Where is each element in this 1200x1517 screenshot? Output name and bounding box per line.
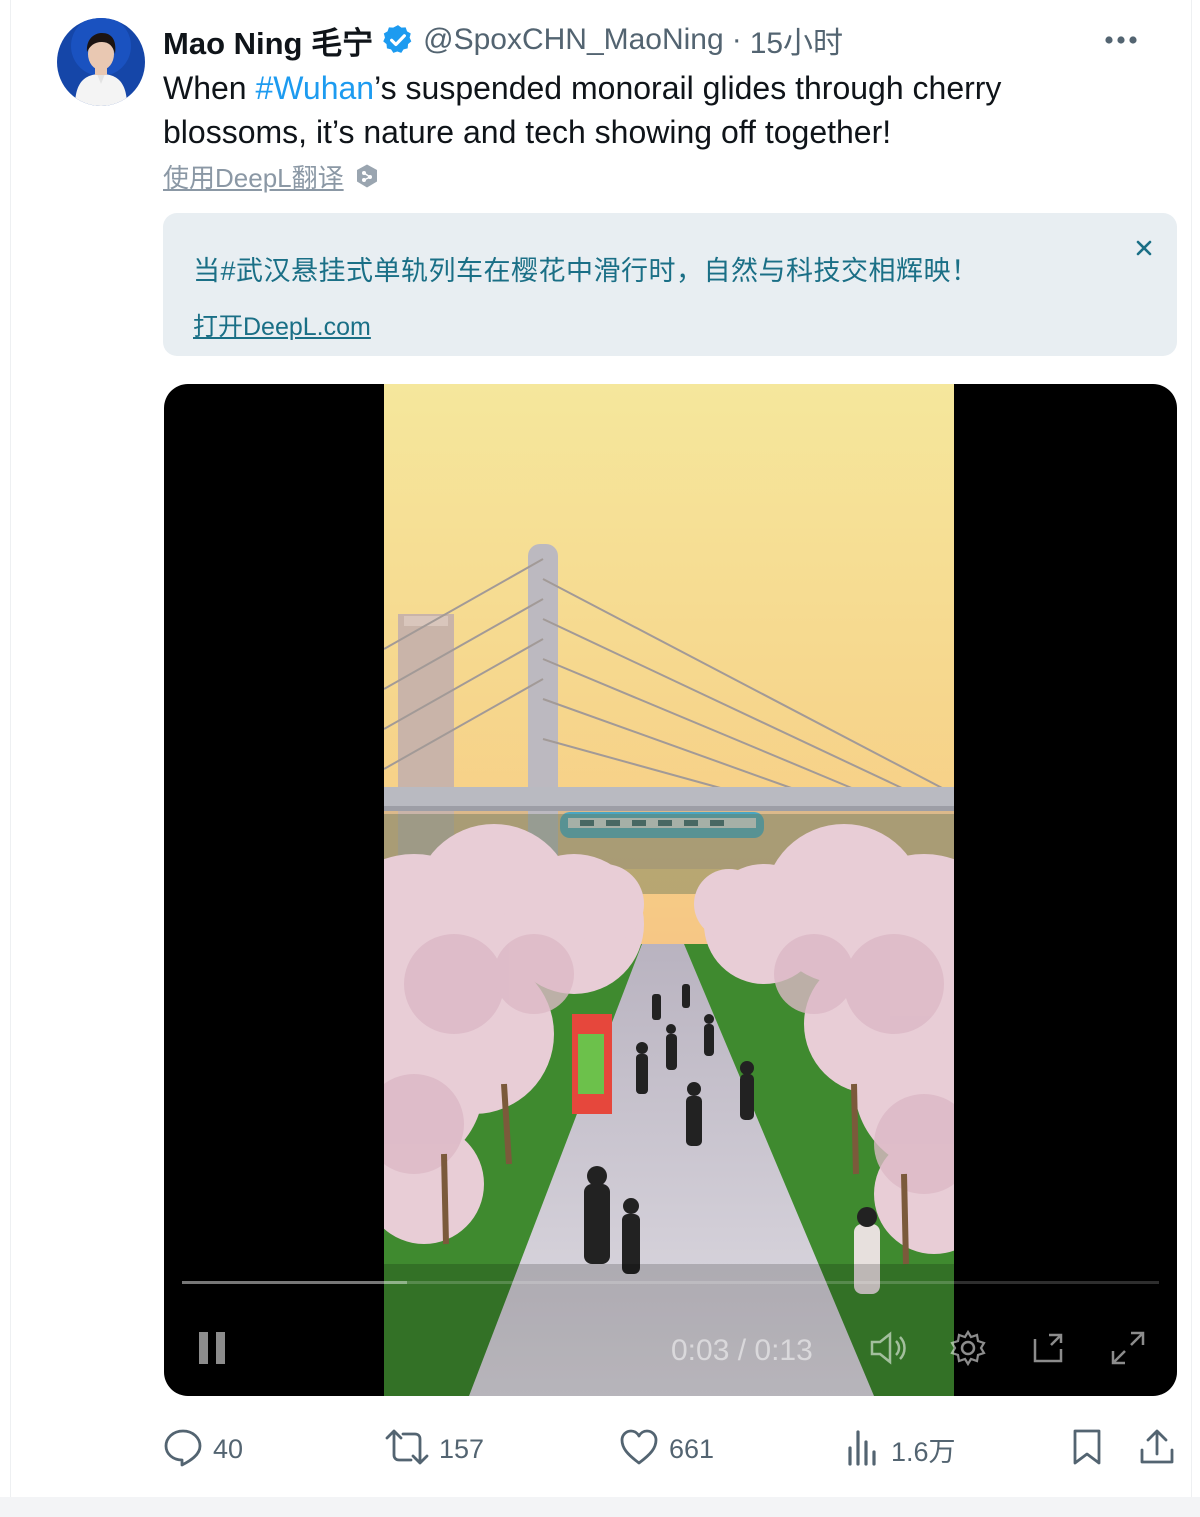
user-handle[interactable]: @SpoxCHN_MaoNing — [423, 23, 724, 57]
open-deepl-link[interactable]: 打开DeepL.com — [193, 307, 371, 343]
reply-button[interactable]: 40 — [163, 1424, 243, 1474]
deepl-icon — [354, 163, 380, 189]
translation-box: 当#武汉悬挂式单轨列车在樱花中滑行时，自然与科技交相辉映！ 打开DeepL.co… — [163, 213, 1177, 356]
action-bar: 40 157 661 1.6万 — [163, 1424, 1183, 1474]
settings-icon[interactable] — [946, 1326, 990, 1370]
timestamp[interactable]: 15小时 — [750, 18, 843, 62]
page-background-strip — [0, 1497, 1200, 1517]
translate-row: 使用DeepL翻译 — [163, 158, 380, 194]
hashtag-link[interactable]: #Wuhan — [255, 70, 374, 106]
like-button[interactable]: 661 — [619, 1424, 714, 1474]
bookmark-button[interactable] — [1071, 1424, 1103, 1474]
volume-icon[interactable] — [864, 1326, 912, 1370]
separator-dot: · — [731, 23, 742, 56]
video-progress-bar[interactable] — [182, 1281, 1159, 1284]
verified-badge-icon — [381, 23, 415, 57]
like-icon — [619, 1428, 659, 1471]
pip-icon[interactable] — [1026, 1326, 1070, 1370]
views-count: 1.6万 — [891, 1436, 956, 1467]
tweet-header: Mao Ning 毛宁 @SpoxCHN_MaoNing · 15小时 — [163, 18, 1151, 62]
share-button[interactable] — [1139, 1424, 1175, 1474]
video-player[interactable]: 0:03 / 0:13 — [164, 384, 1177, 1396]
avatar[interactable] — [57, 18, 145, 106]
repost-button[interactable]: 157 — [385, 1424, 484, 1474]
share-icon — [1139, 1428, 1175, 1471]
close-icon[interactable] — [1129, 233, 1159, 263]
bookmark-icon — [1071, 1428, 1103, 1471]
more-icon[interactable] — [1101, 22, 1141, 58]
pause-icon[interactable] — [192, 1326, 232, 1370]
repost-count: 157 — [439, 1433, 485, 1464]
display-name[interactable]: Mao Ning 毛宁 — [163, 18, 373, 63]
reply-count: 40 — [213, 1433, 244, 1464]
like-count: 661 — [669, 1433, 715, 1464]
video-frame-image — [384, 384, 954, 1396]
reply-icon — [163, 1427, 203, 1472]
translated-text: 当#武汉悬挂式单轨列车在樱花中滑行时，自然与科技交相辉映！ — [193, 256, 979, 286]
translate-link[interactable]: 使用DeepL翻译 — [163, 158, 344, 195]
fullscreen-icon[interactable] — [1106, 1326, 1150, 1370]
views-button[interactable]: 1.6万 — [845, 1424, 956, 1474]
tweet-card: Mao Ning 毛宁 @SpoxCHN_MaoNing · 15小时 When… — [10, 0, 1192, 1497]
views-icon — [845, 1428, 881, 1471]
video-time: 0:03 / 0:13 — [671, 1334, 813, 1367]
repost-icon — [385, 1427, 429, 1472]
tweet-text-start: When — [163, 70, 256, 106]
tweet-text: When #Wuhan’s suspended monorail glides … — [163, 66, 1153, 154]
video-progress-fill — [182, 1281, 407, 1284]
